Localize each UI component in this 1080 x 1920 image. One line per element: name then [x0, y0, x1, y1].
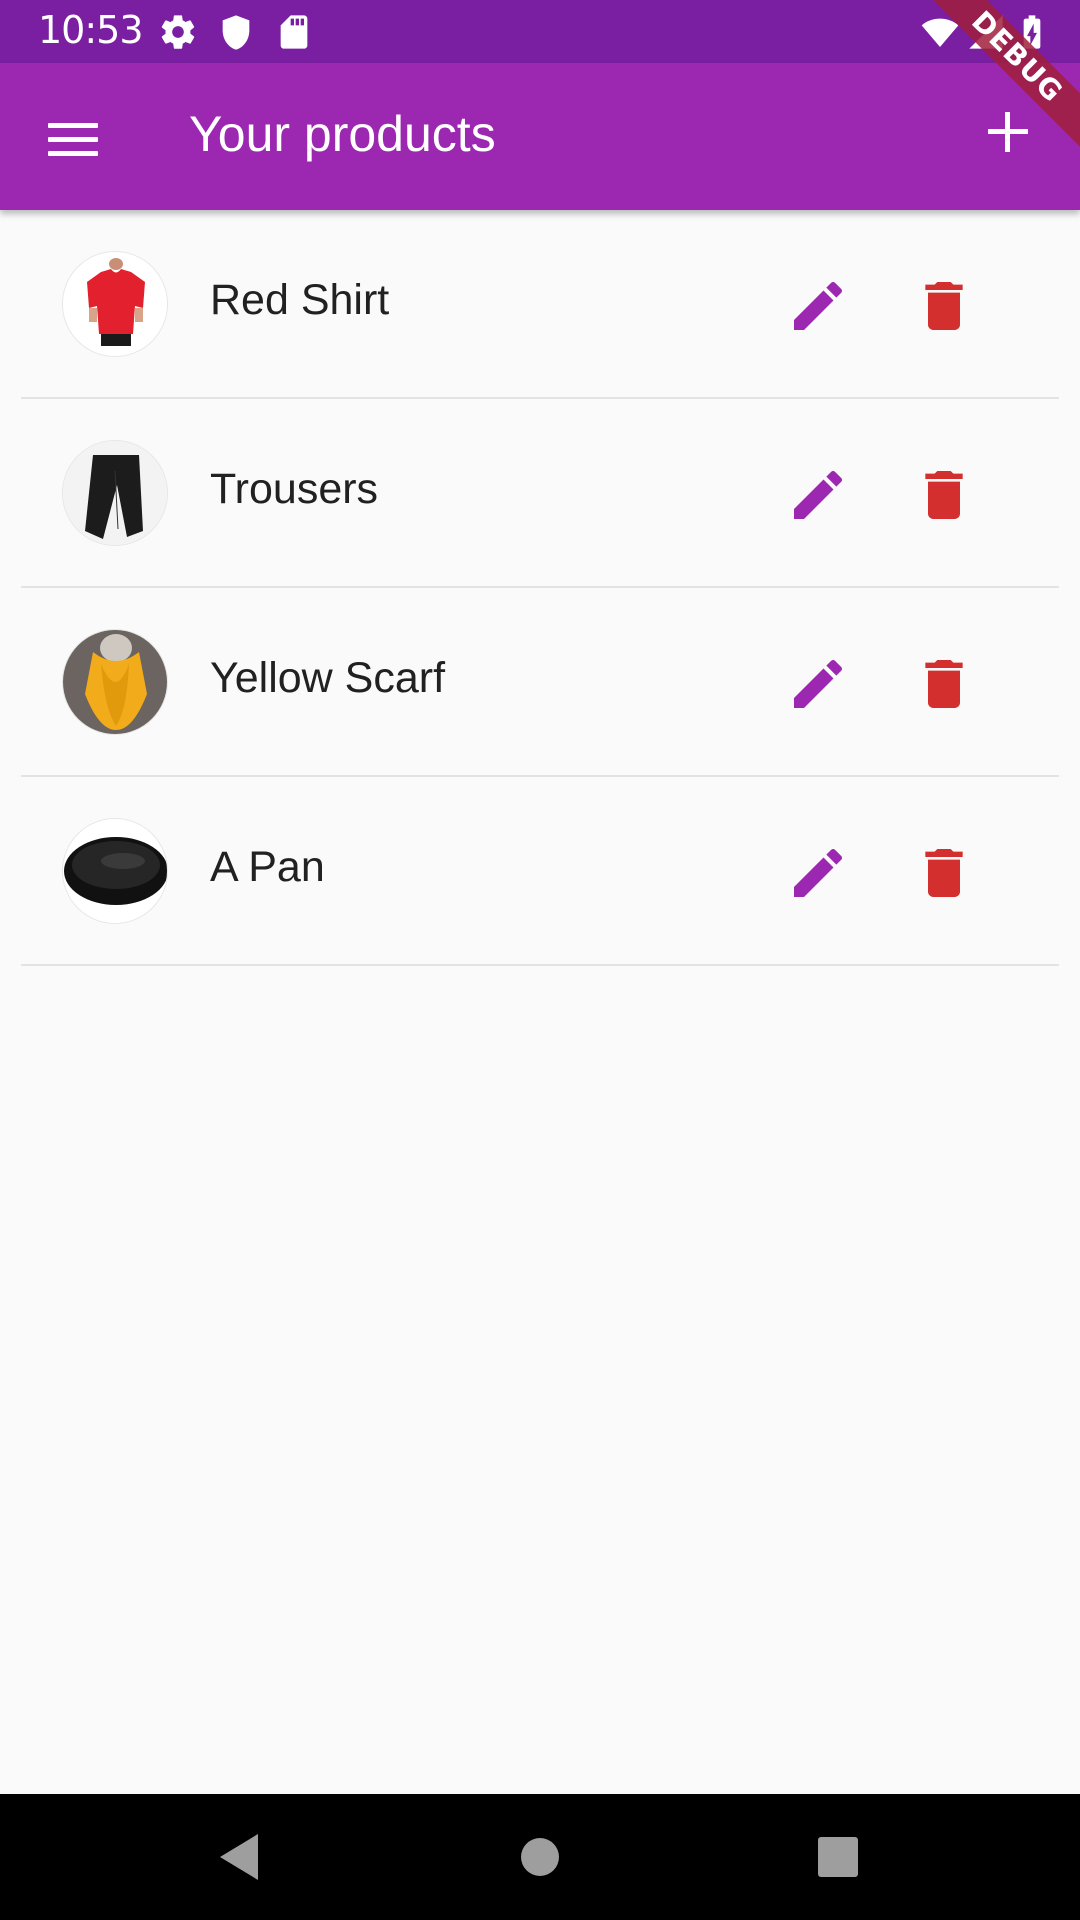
pencil-icon[interactable]	[786, 463, 850, 527]
signal-icon	[966, 12, 1006, 52]
recents-icon[interactable]	[805, 1824, 871, 1890]
product-thumbnail-yellow-scarf	[62, 629, 168, 735]
product-thumbnail-pan	[62, 818, 168, 924]
pencil-icon[interactable]	[786, 652, 850, 716]
app-bar: Your products	[0, 63, 1080, 210]
gear-icon	[158, 12, 198, 52]
sd-card-icon	[274, 12, 314, 52]
product-title: A Pan	[210, 843, 325, 891]
navigation-bar	[0, 1794, 1080, 1920]
product-thumbnail-red-shirt	[62, 251, 168, 357]
pencil-icon[interactable]	[786, 274, 850, 338]
trash-icon[interactable]	[912, 841, 976, 905]
status-time: 10:53	[38, 8, 144, 52]
product-title: Red Shirt	[210, 276, 390, 324]
trash-icon[interactable]	[912, 652, 976, 716]
wifi-icon	[920, 12, 960, 52]
product-thumbnail-trousers	[62, 440, 168, 546]
trash-icon[interactable]	[912, 274, 976, 338]
product-title: Trousers	[210, 465, 379, 513]
pencil-icon[interactable]	[786, 841, 850, 905]
battery-charging-icon	[1012, 12, 1052, 52]
menu-icon[interactable]	[30, 101, 116, 173]
home-icon[interactable]	[507, 1824, 573, 1890]
add-product-button[interactable]	[980, 108, 1036, 164]
status-bar: 10:53	[0, 0, 1080, 63]
divider	[21, 964, 1059, 966]
product-list: Red Shirt Trousers Yellow Scarf A Pan	[0, 210, 1080, 966]
list-item[interactable]: Trousers	[0, 399, 1080, 588]
back-icon[interactable]	[206, 1824, 272, 1890]
trash-icon[interactable]	[912, 463, 976, 527]
list-item[interactable]: A Pan	[0, 777, 1080, 966]
list-item[interactable]: Yellow Scarf	[0, 588, 1080, 777]
list-item[interactable]: Red Shirt	[0, 210, 1080, 399]
shield-icon	[216, 12, 256, 52]
product-title: Yellow Scarf	[210, 654, 446, 702]
page-title: Your products	[189, 106, 496, 162]
